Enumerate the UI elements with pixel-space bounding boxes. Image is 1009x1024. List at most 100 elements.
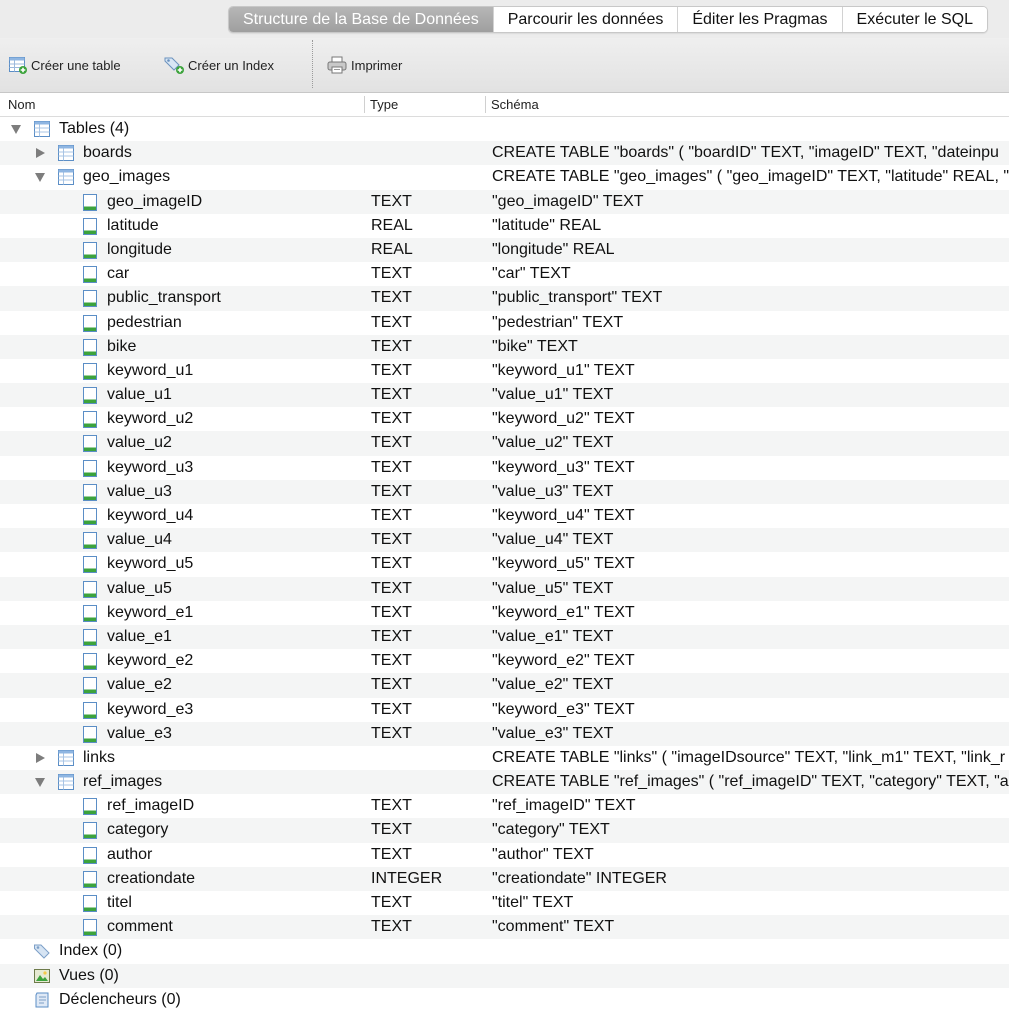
node-schema: "value_u4" TEXT	[492, 531, 614, 549]
node-schema: CREATE TABLE "boards" ( "boardID" TEXT, …	[492, 144, 999, 162]
field-icon	[83, 628, 97, 646]
field-row[interactable]: pedestrian TEXT "pedestrian" TEXT	[0, 311, 1009, 335]
field-icon	[83, 870, 97, 888]
node-name: value_u3	[107, 482, 172, 500]
node-type: TEXT	[371, 724, 412, 742]
node-type: TEXT	[371, 337, 412, 355]
create-table-icon	[9, 57, 27, 74]
table-row[interactable]: ref_images CREATE TABLE "ref_images" ( "r…	[0, 770, 1009, 795]
field-row[interactable]: keyword_u3 TEXT "keyword_u3" TEXT	[0, 456, 1009, 480]
node-name: keyword_e2	[107, 652, 194, 670]
tab-browse-data[interactable]: Parcourir les données	[492, 7, 678, 32]
column-divider[interactable]	[364, 96, 365, 113]
node-type: TEXT	[371, 918, 412, 936]
node-schema: CREATE TABLE "ref_images" ( "ref_imageID…	[492, 773, 1009, 791]
node-schema: "value_u5" TEXT	[492, 579, 614, 597]
field-row[interactable]: titel TEXT "titel" TEXT	[0, 891, 1009, 915]
field-icon	[83, 556, 97, 574]
field-row[interactable]: value_u4 TEXT "value_u4" TEXT	[0, 528, 1009, 553]
table-row[interactable]: links CREATE TABLE "links" ( "imageIDsour…	[0, 746, 1009, 770]
field-icon	[83, 266, 97, 284]
disclosure-expanded-icon[interactable]	[35, 778, 45, 788]
node-name: value_u2	[107, 434, 172, 452]
column-header-type[interactable]: Type	[370, 97, 398, 112]
node-name: geo_imageID	[107, 192, 203, 210]
column-divider[interactable]	[485, 96, 486, 113]
node-schema: "keyword_e3" TEXT	[492, 700, 635, 718]
node-name: public_transport	[107, 289, 221, 307]
field-row[interactable]: bike TEXT "bike" TEXT	[0, 334, 1009, 359]
field-row[interactable]: category TEXT "category" TEXT	[0, 818, 1009, 843]
tab-execute-sql[interactable]: Exécuter le SQL	[841, 7, 988, 32]
tab-bar: Structure de la Base de Données Parcouri…	[0, 0, 1009, 38]
field-row[interactable]: keyword_e3 TEXT "keyword_e3" TEXT	[0, 698, 1009, 722]
table-row[interactable]: geo_images CREATE TABLE "geo_images" ( "g…	[0, 165, 1009, 189]
column-header-schema[interactable]: Schéma	[491, 97, 539, 112]
field-row[interactable]: comment TEXT "comment" TEXT	[0, 915, 1009, 940]
field-row[interactable]: value_e2 TEXT "value_e2" TEXT	[0, 673, 1009, 698]
disclosure-expanded-icon[interactable]	[11, 125, 21, 134]
field-icon	[83, 217, 97, 235]
node-type: REAL	[371, 216, 413, 234]
node-type: TEXT	[371, 313, 412, 331]
node-name: value_e2	[107, 676, 172, 694]
tab-edit-pragmas[interactable]: Éditer les Pragmas	[677, 7, 842, 32]
field-icon	[83, 677, 97, 695]
disclosure-collapsed-icon[interactable]	[36, 752, 45, 763]
field-row[interactable]: geo_imageID TEXT "geo_imageID" TEXT	[0, 189, 1009, 214]
field-icon	[83, 798, 97, 816]
node-schema: "category" TEXT	[492, 821, 610, 839]
field-row[interactable]: value_e3 TEXT "value_e3" TEXT	[0, 721, 1009, 746]
tab-structure[interactable]: Structure de la Base de Données	[229, 7, 493, 32]
field-row[interactable]: creationdate INTEGER "creationdate" INTEGE…	[0, 866, 1009, 891]
field-icon	[83, 435, 97, 453]
field-row[interactable]: value_u2 TEXT "value_u2" TEXT	[0, 431, 1009, 456]
tree-node-triggers[interactable]: Déclencheurs (0)	[0, 988, 1009, 1012]
field-row[interactable]: keyword_u5 TEXT "keyword_u5" TEXT	[0, 552, 1009, 576]
field-row[interactable]: keyword_e2 TEXT "keyword_e2" TEXT	[0, 649, 1009, 673]
tree-node-tables[interactable]: Tables (4)	[0, 117, 1009, 141]
node-type: TEXT	[371, 434, 412, 452]
create-index-button[interactable]: Créer un Index	[163, 54, 274, 76]
field-icon	[83, 822, 97, 840]
node-schema: "value_u2" TEXT	[492, 434, 614, 452]
print-button[interactable]: Imprimer	[326, 54, 402, 76]
field-icon	[83, 580, 97, 598]
field-icon	[83, 701, 97, 719]
field-row[interactable]: value_e1 TEXT "value_e1" TEXT	[0, 624, 1009, 650]
create-table-button[interactable]: Créer une table	[8, 54, 121, 76]
node-name: Index (0)	[59, 942, 123, 960]
field-row[interactable]: keyword_u4 TEXT "keyword_u4" TEXT	[0, 504, 1009, 528]
field-row[interactable]: car TEXT "car" TEXT	[0, 262, 1009, 286]
field-row[interactable]: keyword_e1 TEXT "keyword_e1" TEXT	[0, 601, 1009, 625]
field-row[interactable]: keyword_u1 TEXT "keyword_u1" TEXT	[0, 359, 1009, 383]
field-row[interactable]: keyword_u2 TEXT "keyword_u2" TEXT	[0, 407, 1009, 431]
index-tag-icon	[34, 944, 50, 960]
node-schema: "creationdate" INTEGER	[492, 869, 667, 887]
toolbar-separator	[312, 40, 313, 88]
table-icon	[58, 749, 74, 766]
field-row[interactable]: value_u5 TEXT "value_u5" TEXT	[0, 576, 1009, 601]
table-icon	[58, 145, 74, 162]
table-row[interactable]: boards CREATE TABLE "boards" ( "boardID" …	[0, 141, 1009, 166]
field-row[interactable]: author TEXT "author" TEXT	[0, 843, 1009, 867]
toolbar: Créer une table Créer un Index Imprimer	[0, 38, 1009, 93]
disclosure-expanded-icon[interactable]	[35, 173, 45, 183]
disclosure-collapsed-icon[interactable]	[36, 148, 45, 159]
field-row[interactable]: value_u1 TEXT "value_u1" TEXT	[0, 383, 1009, 408]
field-row[interactable]: public_transport TEXT "public_transport" T…	[0, 286, 1009, 311]
column-header-name[interactable]: Nom	[8, 97, 35, 112]
field-row[interactable]: ref_imageID TEXT "ref_imageID" TEXT	[0, 794, 1009, 818]
field-row[interactable]: latitude REAL "latitude" REAL	[0, 214, 1009, 238]
node-schema: CREATE TABLE "links" ( "imageIDsource" T…	[492, 748, 1006, 766]
tab-group: Structure de la Base de Données Parcouri…	[228, 6, 989, 33]
create-index-label: Créer un Index	[188, 57, 274, 73]
view-image-icon	[34, 968, 50, 983]
field-icon	[83, 411, 97, 429]
field-row[interactable]: longitude REAL "longitude" REAL	[0, 237, 1009, 263]
field-icon	[83, 532, 97, 550]
tree-node-index[interactable]: Index (0)	[0, 939, 1009, 963]
tree-node-views[interactable]: Vues (0)	[0, 963, 1009, 988]
field-row[interactable]: value_u3 TEXT "value_u3" TEXT	[0, 479, 1009, 504]
table-icon	[58, 774, 74, 791]
